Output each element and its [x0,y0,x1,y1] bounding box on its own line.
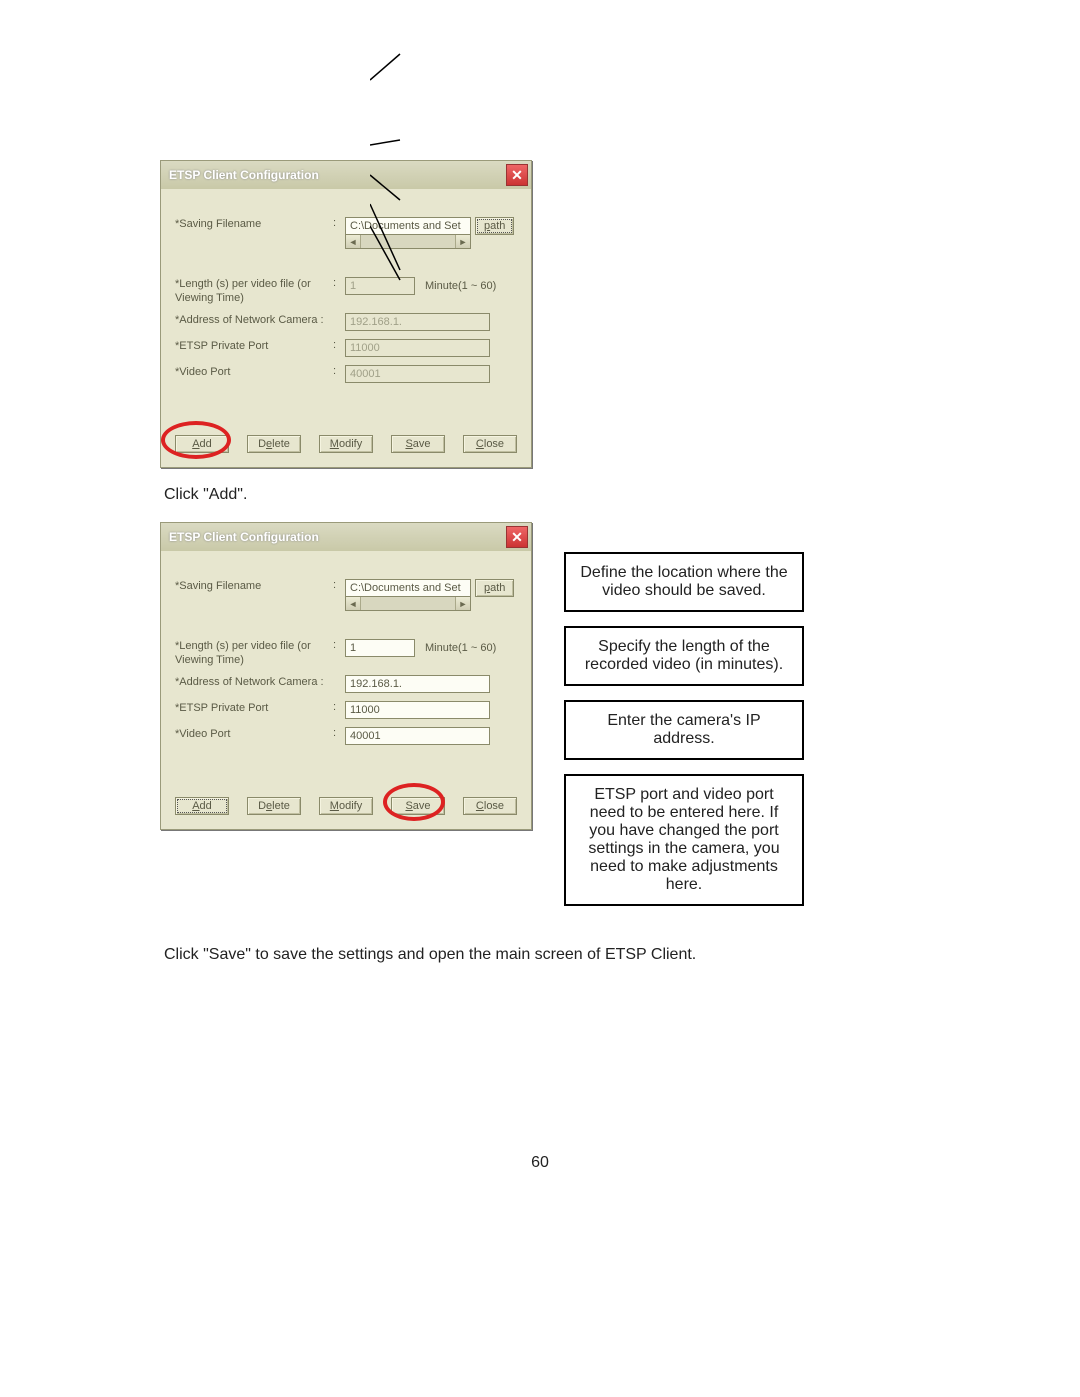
camera-address-input [345,313,490,331]
video-port-input[interactable] [345,727,490,745]
callout-ports: ETSP port and video port need to be ente… [564,774,804,906]
length-input[interactable] [345,639,415,657]
scroll-right-icon[interactable]: ► [455,597,470,610]
delete-button[interactable]: Delete [247,797,301,815]
close-icon[interactable]: ✕ [506,164,528,186]
label-video-port: *Video Port [175,727,333,741]
callout-save-location: Define the location where the video shou… [564,552,804,612]
etsp-config-dialog-1: ETSP Client Configuration ✕ *Saving File… [160,160,532,468]
minute-range-label: Minute(1 ~ 60) [425,642,496,654]
horizontal-scrollbar[interactable]: ◄ ► [345,235,471,249]
save-button[interactable]: Save [391,797,445,815]
scroll-left-icon[interactable]: ◄ [346,235,361,248]
save-button[interactable]: Save [391,435,445,453]
delete-button[interactable]: Delete [247,435,301,453]
scroll-right-icon[interactable]: ► [455,235,470,248]
saving-filename-input[interactable] [345,579,471,597]
label-video-port: *Video Port [175,365,333,379]
length-input [345,277,415,295]
add-button[interactable]: Add [175,797,229,815]
close-button[interactable]: Close [463,797,517,815]
callout-camera-ip: Enter the camera's IP address. [564,700,804,760]
close-button[interactable]: Close [463,435,517,453]
label-etsp-port: *ETSP Private Port [175,339,333,353]
titlebar: ETSP Client Configuration ✕ [161,523,531,551]
add-button[interactable]: Add [175,435,229,453]
minute-range-label: Minute(1 ~ 60) [425,280,496,292]
horizontal-scrollbar[interactable]: ◄ ► [345,597,471,611]
label-length: *Length (s) per video file (or Viewing T… [175,639,333,667]
label-saving-filename: *Saving Filename [175,579,333,593]
camera-address-input[interactable] [345,675,490,693]
etsp-config-dialog-2: ETSP Client Configuration ✕ *Saving File… [160,522,532,830]
path-button[interactable]: path [475,217,514,235]
callout-video-length: Specify the length of the recorded video… [564,626,804,686]
instruction-click-save: Click "Save" to save the settings and op… [164,946,920,964]
modify-button[interactable]: Modify [319,797,373,815]
label-saving-filename: *Saving Filename [175,217,333,231]
video-port-input [345,365,490,383]
label-address: *Address of Network Camera : [175,313,333,327]
window-title: ETSP Client Configuration [169,168,319,182]
label-address: *Address of Network Camera : [175,675,333,689]
saving-filename-input[interactable] [345,217,471,235]
label-etsp-port: *ETSP Private Port [175,701,333,715]
scroll-left-icon[interactable]: ◄ [346,597,361,610]
instruction-click-add: Click "Add". [164,486,920,504]
etsp-port-input[interactable] [345,701,490,719]
modify-button[interactable]: Modify [319,435,373,453]
label-length: *Length (s) per video file (or Viewing T… [175,277,333,305]
window-title: ETSP Client Configuration [169,530,319,544]
close-icon[interactable]: ✕ [506,526,528,548]
etsp-port-input [345,339,490,357]
path-button[interactable]: path [475,579,514,597]
page-number: 60 [160,1154,920,1172]
titlebar: ETSP Client Configuration ✕ [161,161,531,189]
